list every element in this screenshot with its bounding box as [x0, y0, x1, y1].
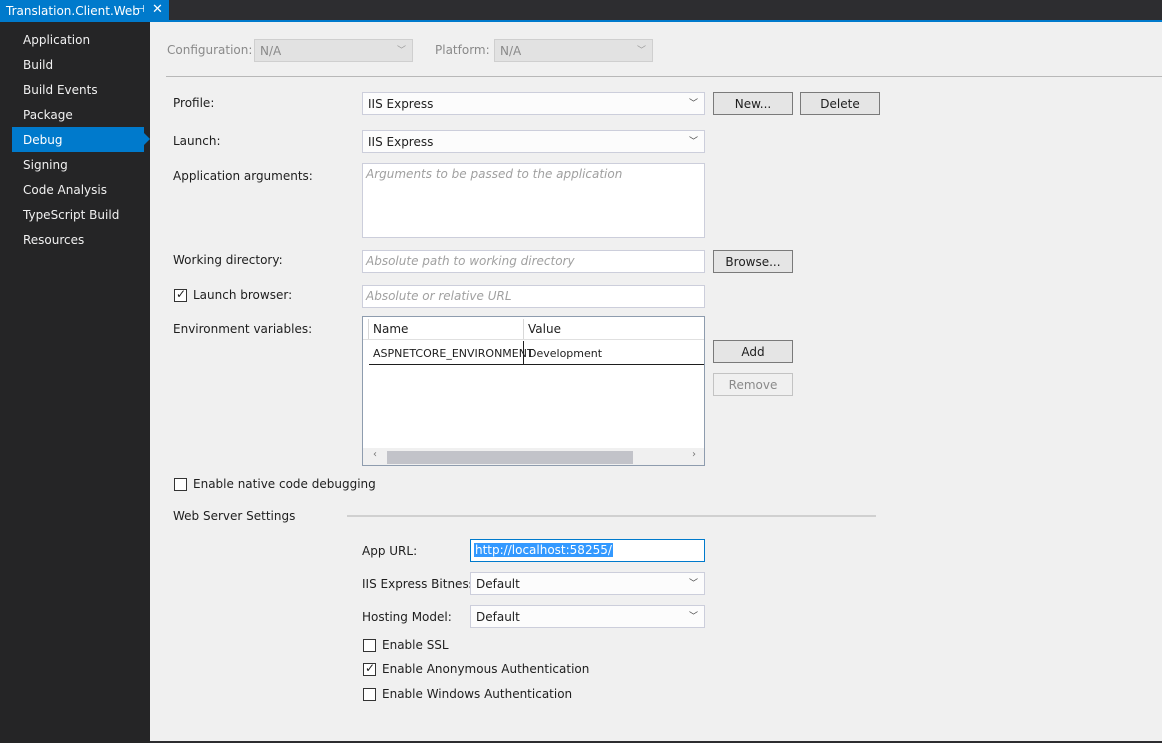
chevron-down-icon: ﹀: [688, 99, 698, 109]
app-args-input[interactable]: Arguments to be passed to the applicatio…: [362, 163, 705, 238]
sidebar-item-debug[interactable]: Debug: [12, 127, 150, 152]
windows-auth-checkbox[interactable]: [363, 688, 376, 701]
env-name-cell[interactable]: ASPNETCORE_ENVIRONMENT: [369, 341, 534, 365]
env-grid-header: Name Value: [363, 317, 704, 340]
debug-settings-panel: Configuration: N/A ﹀ Platform: N/A ﹀ Pro…: [150, 22, 1162, 741]
profile-label: Profile:: [173, 96, 215, 110]
enable-ssl-checkbox[interactable]: [363, 639, 376, 652]
native-debug-checkbox[interactable]: [174, 478, 187, 491]
delete-profile-button[interactable]: Delete: [800, 92, 880, 115]
chevron-down-icon: ﹀: [688, 612, 698, 622]
chevron-down-icon: ﹀: [688, 137, 698, 147]
document-tab-title: Translation.Client.Web: [6, 4, 140, 18]
env-column-name[interactable]: Name: [369, 317, 523, 340]
platform-value: N/A: [500, 43, 522, 58]
app-url-input[interactable]: http://localhost:58255/: [470, 539, 705, 562]
launch-browser-checkbox[interactable]: ✓: [174, 287, 187, 302]
working-dir-input[interactable]: Absolute path to working directory: [362, 250, 705, 273]
configuration-value: N/A: [260, 43, 282, 58]
env-vars-grid[interactable]: Name Value ASPNETCORE_ENVIRONMENT Develo…: [362, 316, 705, 466]
sidebar-item-package[interactable]: Package: [12, 102, 150, 127]
app-url-value: http://localhost:58255/: [474, 543, 613, 557]
windows-auth-label: Enable Windows Authentication: [382, 687, 573, 701]
sidebar-item-code-analysis[interactable]: Code Analysis: [12, 177, 150, 202]
platform-label: Platform:: [435, 43, 490, 57]
scroll-right-icon[interactable]: ›: [692, 449, 696, 460]
web-server-section-title: Web Server Settings: [173, 509, 296, 523]
launch-value: IIS Express: [368, 134, 434, 149]
env-column-value[interactable]: Value: [524, 317, 704, 340]
document-tab[interactable]: Translation.Client.Web ⊣ ✕: [0, 0, 169, 22]
table-row[interactable]: ASPNETCORE_ENVIRONMENT Development: [369, 341, 704, 365]
checkmark-icon: ✓: [176, 287, 187, 301]
hosting-model-select[interactable]: Default ﹀: [470, 605, 705, 628]
launch-url-input[interactable]: Absolute or relative URL: [362, 285, 705, 308]
hosting-model-value: Default: [476, 609, 520, 624]
checkmark-icon: ✓: [365, 661, 376, 675]
launch-label: Launch:: [173, 134, 221, 148]
app-args-label: Application arguments:: [173, 169, 313, 183]
launch-browser-label: Launch browser:: [193, 288, 293, 302]
env-vars-label: Environment variables:: [173, 322, 313, 336]
sidebar-item-build[interactable]: Build: [12, 52, 150, 77]
profile-value: IIS Express: [368, 96, 434, 111]
add-env-button[interactable]: Add: [713, 340, 793, 363]
document-tab-bar: Translation.Client.Web ⊣ ✕: [0, 0, 1162, 22]
remove-env-button[interactable]: Remove: [713, 373, 793, 396]
config-divider: [166, 76, 1162, 77]
launch-select[interactable]: IIS Express ﹀: [362, 130, 705, 153]
sidebar-item-signing[interactable]: Signing: [12, 152, 150, 177]
sidebar-item-application[interactable]: Application: [12, 27, 150, 52]
configuration-label: Configuration:: [167, 43, 253, 57]
hosting-model-label: Hosting Model:: [362, 610, 452, 624]
scroll-left-icon[interactable]: ‹: [373, 449, 377, 460]
profile-select[interactable]: IIS Express ﹀: [362, 92, 705, 115]
browse-button[interactable]: Browse...: [713, 250, 793, 273]
working-dir-label: Working directory:: [173, 253, 283, 267]
close-icon[interactable]: ✕: [152, 2, 163, 17]
chevron-down-icon: ﹀: [636, 46, 646, 56]
web-server-divider: [347, 515, 876, 517]
anonymous-auth-checkbox[interactable]: ✓: [363, 661, 376, 676]
chevron-down-icon: ﹀: [688, 579, 698, 589]
configuration-select: N/A ﹀: [254, 39, 413, 62]
anonymous-auth-label: Enable Anonymous Authentication: [382, 662, 590, 676]
new-profile-button[interactable]: New...: [713, 92, 793, 115]
chevron-down-icon: ﹀: [396, 46, 406, 56]
platform-select: N/A ﹀: [494, 39, 653, 62]
pin-icon[interactable]: ⊣: [136, 4, 145, 15]
app-url-label: App URL:: [362, 544, 418, 558]
sidebar-item-build-events[interactable]: Build Events: [12, 77, 150, 102]
enable-ssl-label: Enable SSL: [382, 638, 449, 652]
scrollbar-thumb[interactable]: [387, 451, 633, 464]
horizontal-scrollbar[interactable]: ‹ ›: [363, 448, 704, 465]
bitness-select[interactable]: Default ﹀: [470, 572, 705, 595]
sidebar-item-resources[interactable]: Resources: [12, 227, 150, 252]
env-value-cell[interactable]: Development: [524, 341, 704, 365]
sidebar-item-typescript-build[interactable]: TypeScript Build: [12, 202, 150, 227]
native-debug-label: Enable native code debugging: [193, 477, 376, 491]
bitness-value: Default: [476, 576, 520, 591]
project-properties-sidebar: Application Build Build Events Package D…: [0, 22, 150, 743]
bitness-label: IIS Express Bitness:: [362, 577, 479, 591]
